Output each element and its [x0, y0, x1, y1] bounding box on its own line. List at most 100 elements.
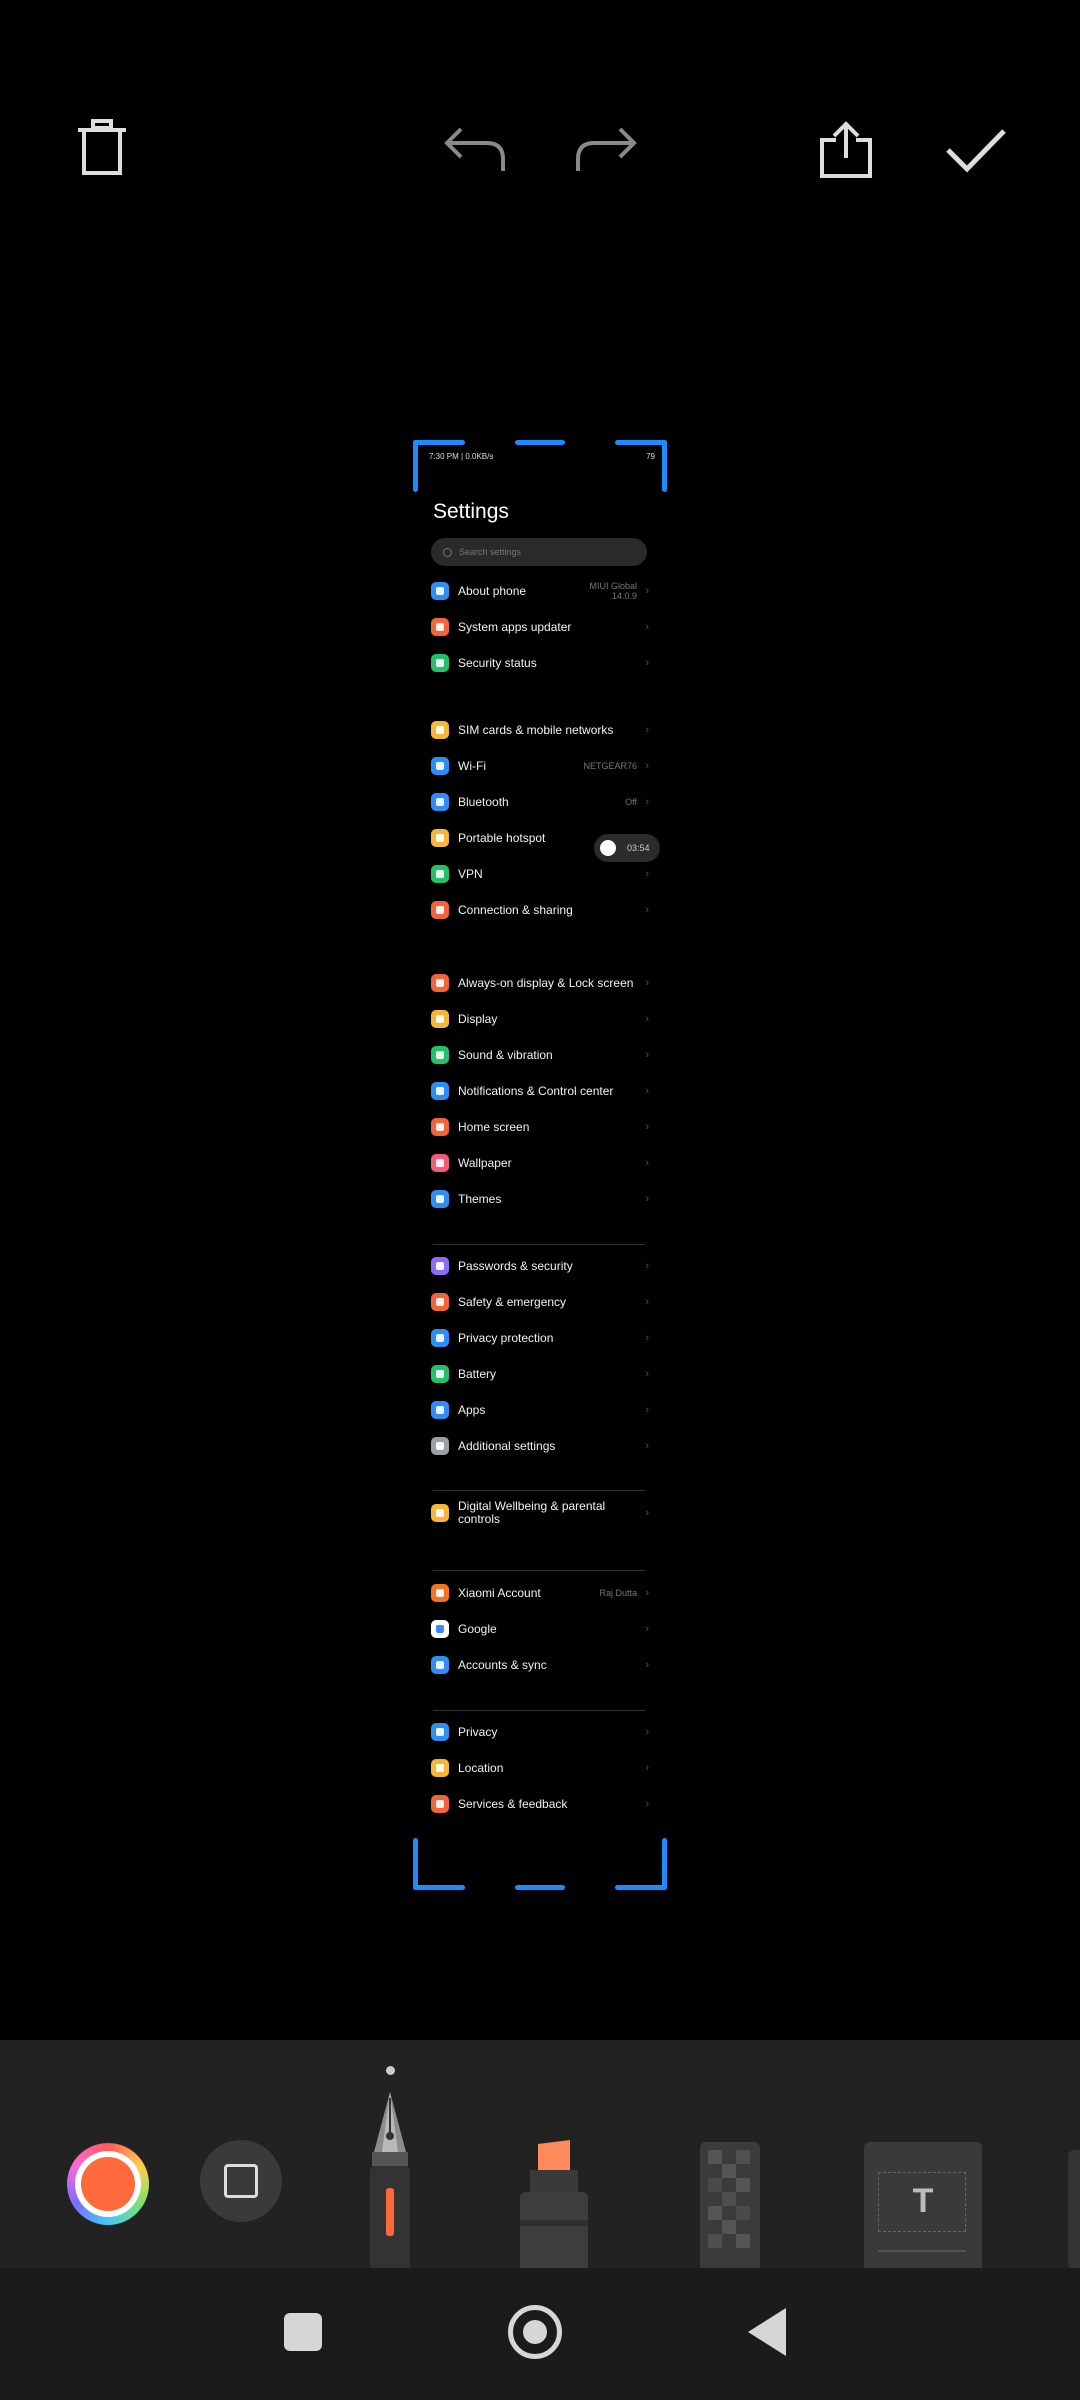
- chevron-right-icon: ›: [645, 796, 649, 808]
- crop-handle-bottom-right[interactable]: [615, 1885, 667, 1890]
- chevron-right-icon: ›: [645, 585, 649, 597]
- settings-row-label: Home screen: [458, 1119, 530, 1134]
- settings-row-icon: [431, 974, 449, 992]
- triangle-back-icon[interactable]: [748, 2308, 786, 2356]
- settings-row-icon: [431, 582, 449, 600]
- settings-row-icon: [431, 1584, 449, 1602]
- chevron-right-icon: ›: [645, 621, 649, 633]
- chevron-right-icon: ›: [645, 1440, 649, 1452]
- chevron-right-icon: ›: [645, 1049, 649, 1061]
- square-icon[interactable]: [284, 2313, 322, 2351]
- settings-row-label: Accounts & sync: [458, 1657, 547, 1672]
- settings-row-icon: [431, 829, 449, 847]
- share-icon: [820, 121, 872, 178]
- divider: [433, 1244, 645, 1245]
- settings-row: Home screen ›: [431, 1112, 649, 1142]
- divider: [433, 1490, 645, 1491]
- settings-row-label: Apps: [458, 1402, 486, 1417]
- settings-row-label: SIM cards & mobile networks: [458, 722, 614, 737]
- settings-row-icon: [431, 654, 449, 672]
- undo-arrow-icon: [444, 127, 505, 171]
- crop-handle-bottom-left[interactable]: [413, 1838, 418, 1890]
- settings-row: Google ›: [431, 1614, 649, 1644]
- settings-row-icon: [431, 618, 449, 636]
- settings-row: Privacy protection ›: [431, 1323, 649, 1353]
- settings-row: Digital Wellbeing & parental controls ›: [431, 1498, 649, 1528]
- redo-button[interactable]: [566, 110, 646, 190]
- chevron-right-icon: ›: [645, 1157, 649, 1169]
- crop-handle-top-right[interactable]: [662, 440, 667, 492]
- settings-row-label: Digital Wellbeing & parental controls: [458, 1499, 606, 1526]
- settings-row-icon: [431, 1010, 449, 1028]
- settings-row-value: Off: [625, 797, 637, 807]
- settings-row-label: Services & feedback: [458, 1796, 568, 1811]
- text-tool-button[interactable]: T: [864, 2142, 982, 2268]
- settings-row-icon: [431, 1795, 449, 1813]
- pen-tool-icon[interactable]: [360, 2090, 420, 2268]
- settings-row-icon: [431, 1118, 449, 1136]
- settings-row-icon: [431, 1293, 449, 1311]
- crop-handle-bottom[interactable]: [515, 1885, 565, 1890]
- system-nav-bar: [0, 2268, 1080, 2400]
- divider: [433, 1570, 645, 1571]
- selected-tool-indicator: [386, 2066, 395, 2075]
- settings-row: Always-on display & Lock screen ›: [431, 968, 649, 998]
- settings-row: Connection & sharing ›: [431, 895, 649, 925]
- settings-row-label: Safety & emergency: [458, 1294, 567, 1309]
- settings-row: Xiaomi Account Raj Dutta ›: [431, 1578, 649, 1608]
- highlighter-tool-icon[interactable]: [514, 2140, 594, 2268]
- done-button[interactable]: [936, 110, 1016, 190]
- toggle-text: 03:54: [627, 843, 650, 853]
- settings-row-label: Privacy protection: [458, 1330, 554, 1345]
- chevron-right-icon: ›: [645, 1507, 649, 1519]
- circle-icon[interactable]: [508, 2305, 562, 2359]
- settings-row-icon: [431, 1082, 449, 1100]
- color-picker-button[interactable]: [67, 2143, 149, 2225]
- settings-row: Location ›: [431, 1753, 649, 1783]
- settings-row-icon: [431, 901, 449, 919]
- next-tool-peek[interactable]: [1068, 2150, 1080, 2268]
- text-tool-glyph: T: [912, 2182, 934, 2220]
- settings-row: Sound & vibration ›: [431, 1040, 649, 1070]
- settings-row-icon: [431, 721, 449, 739]
- crop-handle-top-left[interactable]: [413, 440, 465, 445]
- settings-row-icon: [431, 1046, 449, 1064]
- screenshot-preview[interactable]: 7:30 PM | 0.0KB/s 79 Settings Search set…: [413, 440, 667, 1890]
- settings-screenshot: 7:30 PM | 0.0KB/s 79 Settings Search set…: [413, 440, 667, 1890]
- chevron-right-icon: ›: [645, 724, 649, 736]
- settings-row: Wallpaper ›: [431, 1148, 649, 1178]
- settings-row-label: Location: [458, 1760, 504, 1775]
- settings-row-label: Security status: [458, 655, 537, 670]
- undo-button[interactable]: [435, 110, 515, 190]
- status-bar: 7:30 PM | 0.0KB/s 79: [429, 452, 655, 466]
- settings-row: Apps ›: [431, 1395, 649, 1425]
- settings-row: Safety & emergency ›: [431, 1287, 649, 1317]
- settings-row: Battery ›: [431, 1359, 649, 1389]
- chevron-right-icon: ›: [645, 1659, 649, 1671]
- crop-handle-top-left[interactable]: [413, 440, 418, 492]
- settings-row-label: About phone: [458, 583, 527, 598]
- delete-button[interactable]: [62, 108, 142, 188]
- chevron-right-icon: ›: [645, 1296, 649, 1308]
- crop-handle-top[interactable]: [515, 440, 565, 445]
- hotspot-toggle: 03:54: [594, 834, 660, 862]
- settings-row-label: Wi-Fi: [458, 758, 486, 773]
- settings-row-label: Privacy: [458, 1724, 498, 1739]
- chevron-right-icon: ›: [645, 1762, 649, 1774]
- settings-row-value: MIUI Global 14.0.9: [589, 581, 637, 601]
- crop-handle-bottom-right[interactable]: [662, 1838, 667, 1890]
- crop-handle-bottom-left[interactable]: [413, 1885, 465, 1890]
- settings-row: System apps updater ›: [431, 612, 649, 642]
- settings-row-label: Additional settings: [458, 1438, 556, 1453]
- share-button[interactable]: [806, 110, 886, 190]
- mosaic-tool-icon[interactable]: [692, 2140, 768, 2268]
- settings-row-value: Raj Dutta: [599, 1588, 637, 1598]
- shape-button[interactable]: [200, 2140, 282, 2222]
- chevron-right-icon: ›: [645, 1121, 649, 1133]
- settings-row: VPN ›: [431, 859, 649, 889]
- crop-handle-top-right[interactable]: [615, 440, 667, 445]
- settings-row: Notifications & Control center ›: [431, 1076, 649, 1106]
- settings-row-icon: [431, 1365, 449, 1383]
- current-color-swatch: [81, 2157, 135, 2211]
- settings-row-label: Passwords & security: [458, 1258, 573, 1273]
